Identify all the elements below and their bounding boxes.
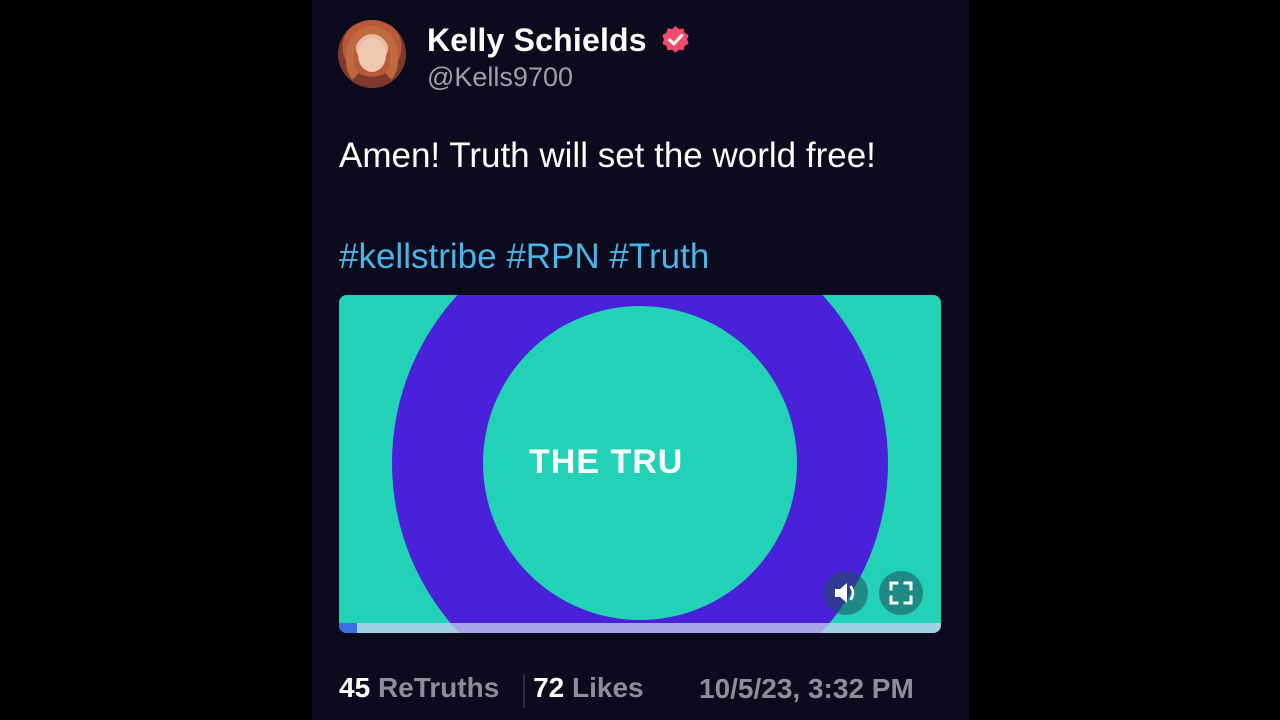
avatar-face: [358, 38, 386, 72]
post-stats: 45 ReTruths 72 Likes: [339, 672, 644, 710]
stats-divider: [523, 674, 525, 708]
retruths-count: 45: [339, 672, 371, 703]
retruths-stat[interactable]: 45 ReTruths: [339, 672, 507, 703]
video-player[interactable]: THE TRU: [339, 295, 941, 633]
likes-stat[interactable]: 72 Likes: [533, 672, 644, 703]
likes-count: 72: [533, 672, 565, 703]
fullscreen-button[interactable]: [879, 571, 923, 615]
fullscreen-icon: [889, 581, 913, 605]
video-title-text: THE TRU: [529, 443, 684, 481]
avatar[interactable]: [338, 20, 406, 88]
author-name[interactable]: Kelly Schields: [427, 22, 647, 59]
likes-label: Likes: [572, 672, 644, 703]
author-handle[interactable]: @Kells9700: [427, 62, 573, 93]
hashtag-link[interactable]: #kellstribe: [339, 237, 497, 276]
retruths-label: ReTruths: [377, 672, 500, 703]
hashtag-link[interactable]: #RPN: [506, 237, 599, 276]
mute-button[interactable]: [824, 571, 868, 615]
video-progress-fill: [339, 623, 358, 633]
hashtag-link[interactable]: #Truth: [609, 237, 709, 276]
post-timestamp: 10/5/23, 3:32 PM: [699, 673, 914, 704]
speaker-icon: [835, 583, 855, 603]
video-progress-bar[interactable]: [339, 623, 941, 633]
post-text: Amen! Truth will set the world free!: [339, 136, 876, 175]
verified-badge-icon: [662, 25, 689, 53]
hashtag-row: #kellstribe #RPN #Truth: [339, 232, 709, 282]
